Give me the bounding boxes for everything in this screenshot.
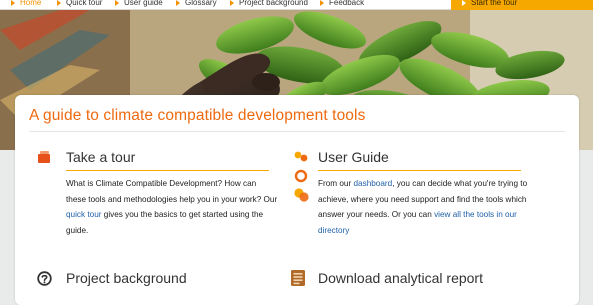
arrow-right-icon (115, 0, 119, 6)
guide-title-underline (318, 170, 521, 171)
quick-tour-link[interactable]: quick tour (66, 210, 102, 219)
content-card: A guide to climate compatible developmen… (15, 95, 579, 305)
guide-section-title[interactable]: User Guide (318, 149, 389, 165)
nav-glossary[interactable]: Glossary (176, 0, 217, 9)
question-circle-icon (37, 271, 52, 286)
arrow-right-icon (11, 0, 15, 6)
nav-project-background-label: Project background (239, 0, 308, 7)
nav-quick-tour-label: Quick tour (66, 0, 103, 7)
user-guide-icon (293, 151, 309, 207)
tour-description: What is Climate Compatible Development? … (66, 176, 278, 238)
nav-feedback[interactable]: Feedback (320, 0, 364, 9)
nav-home-label: Home (20, 0, 42, 7)
start-tour-link[interactable]: Start the tour (462, 0, 517, 9)
nav-home[interactable]: Home (11, 0, 41, 9)
arrow-right-icon (462, 0, 466, 6)
guide-description: From our dashboard, you can decide what … (318, 176, 536, 238)
arrow-right-icon (230, 0, 234, 6)
nav-feedback-label: Feedback (329, 0, 365, 7)
background-section-title[interactable]: Project background (66, 270, 187, 286)
tour-section-title[interactable]: Take a tour (66, 149, 135, 165)
report-section-title[interactable]: Download analytical report (318, 270, 483, 286)
guide-text-a: From our (318, 179, 354, 188)
document-icon (290, 269, 306, 287)
arrow-right-icon (320, 0, 324, 6)
nav-user-guide[interactable]: User guide (115, 0, 163, 9)
nav-project-background[interactable]: Project background (230, 0, 308, 9)
page-title: A guide to climate compatible developmen… (29, 107, 366, 124)
flag-icon (37, 150, 51, 164)
title-divider (29, 131, 565, 132)
dashboard-link[interactable]: dashboard (354, 179, 393, 188)
nav-quick-tour[interactable]: Quick tour (57, 0, 102, 9)
top-nav: Home Quick tour User guide Glossary Proj… (0, 0, 593, 10)
start-tour-label: Start the tour (471, 0, 518, 7)
nav-user-guide-label: User guide (124, 0, 163, 7)
tour-text-a: What is Climate Compatible Development? … (66, 179, 278, 204)
start-tour-button[interactable]: Start the tour (451, 0, 593, 10)
arrow-right-icon (57, 0, 61, 6)
tour-title-underline (66, 170, 269, 171)
nav-glossary-label: Glossary (185, 0, 217, 7)
arrow-right-icon (176, 0, 180, 6)
